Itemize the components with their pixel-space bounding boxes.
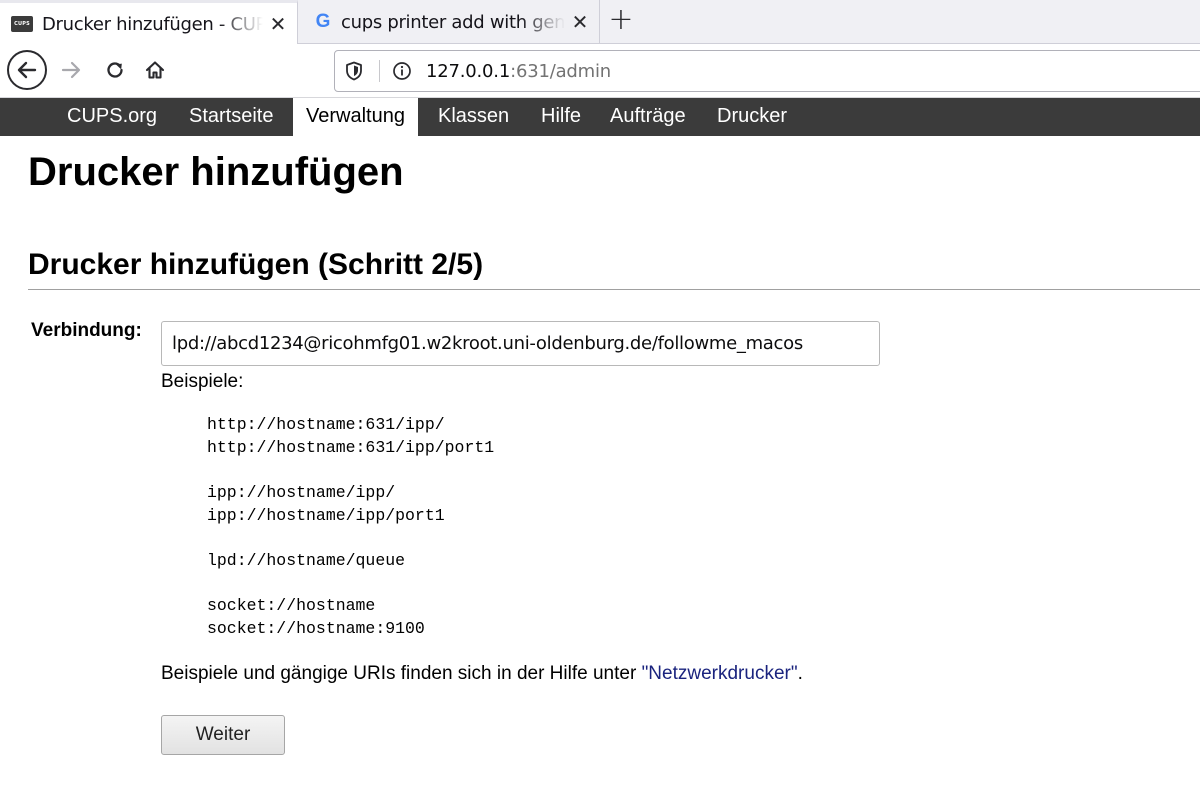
hint-text: Beispiele und gängige URIs finden sich i… (161, 663, 642, 684)
menu-item-drucker[interactable]: Drucker (704, 98, 800, 136)
arrow-right-icon (61, 61, 81, 79)
menu-item-startseite[interactable]: Startseite (176, 98, 286, 136)
tab-cups-admin[interactable]: CUPS Drucker hinzufügen - CUPS ✕ (0, 0, 298, 45)
site-info-icon[interactable] (392, 61, 414, 81)
url-separator (379, 60, 380, 82)
forward-button[interactable] (52, 51, 90, 89)
section-divider (28, 289, 1200, 290)
example-uri: socket://hostname:9100 (207, 619, 425, 638)
example-uri: http://hostname:631/ipp/port1 (207, 438, 495, 457)
favicon-cups-text: CUPS (14, 21, 30, 27)
menu-item-hilfe[interactable]: Hilfe (528, 98, 594, 136)
google-favicon-icon: G (315, 11, 331, 32)
example-uris: http://hostname:631/ipp/ http://hostname… (207, 413, 494, 640)
close-tab-icon[interactable]: ✕ (263, 12, 293, 36)
reload-button[interactable] (96, 51, 134, 89)
reload-icon (107, 62, 123, 78)
menu-item-klassen[interactable]: Klassen (425, 98, 522, 136)
example-uri: ipp://hostname/ipp/ (207, 483, 396, 502)
address-bar[interactable]: 127.0.0.1:631/admin (334, 50, 1200, 92)
example-uri: lpd://hostname/queue (207, 551, 406, 570)
hint-period: . (797, 663, 803, 684)
example-uri: http://hostname:631/ipp/ (207, 415, 445, 434)
page-title: Drucker hinzufügen (28, 150, 404, 194)
back-button[interactable] (7, 50, 47, 90)
tab-google-search[interactable]: G cups printer add with generic ✕ (299, 0, 600, 44)
continue-button[interactable]: Weiter (161, 715, 285, 755)
examples-label: Beispiele: (161, 371, 244, 392)
menu-item-verwaltung[interactable]: Verwaltung (293, 98, 418, 136)
menu-item-auftraege[interactable]: Aufträge (597, 98, 699, 136)
tab-title: cups printer add with generic (341, 11, 565, 33)
url-text[interactable]: 127.0.0.1:631/admin (426, 61, 611, 82)
connection-label: Verbindung: (31, 320, 142, 341)
new-tab-button[interactable]: + (606, 4, 636, 38)
home-button[interactable] (136, 51, 174, 89)
tab-strip: CUPS Drucker hinzufügen - CUPS ✕ G cups … (0, 0, 1200, 45)
tracking-protection-shield-icon[interactable] (345, 61, 365, 81)
cups-favicon-icon: CUPS (11, 16, 33, 32)
navigation-toolbar: 127.0.0.1:631/admin (0, 44, 1200, 98)
tab-title: Drucker hinzufügen - CUPS (42, 13, 263, 35)
example-uri: socket://hostname (207, 596, 376, 615)
section-title: Drucker hinzufügen (Schritt 2/5) (28, 248, 484, 281)
url-host: 127.0.0.1 (426, 60, 511, 82)
menu-item-cups-org[interactable]: CUPS.org (54, 98, 170, 136)
url-path: :631/admin (510, 60, 611, 82)
connection-uri-input[interactable] (161, 321, 880, 366)
network-printers-help-link[interactable]: "Netzwerkdrucker" (642, 663, 798, 684)
close-tab-icon[interactable]: ✕ (565, 10, 595, 34)
example-uri: ipp://hostname/ipp/port1 (207, 506, 445, 525)
arrow-left-icon (17, 61, 37, 79)
cups-navigation-menu: CUPS.org Startseite Verwaltung Klassen H… (0, 98, 1200, 136)
help-hint: Beispiele und gängige URIs finden sich i… (161, 663, 803, 685)
home-icon (145, 61, 165, 79)
